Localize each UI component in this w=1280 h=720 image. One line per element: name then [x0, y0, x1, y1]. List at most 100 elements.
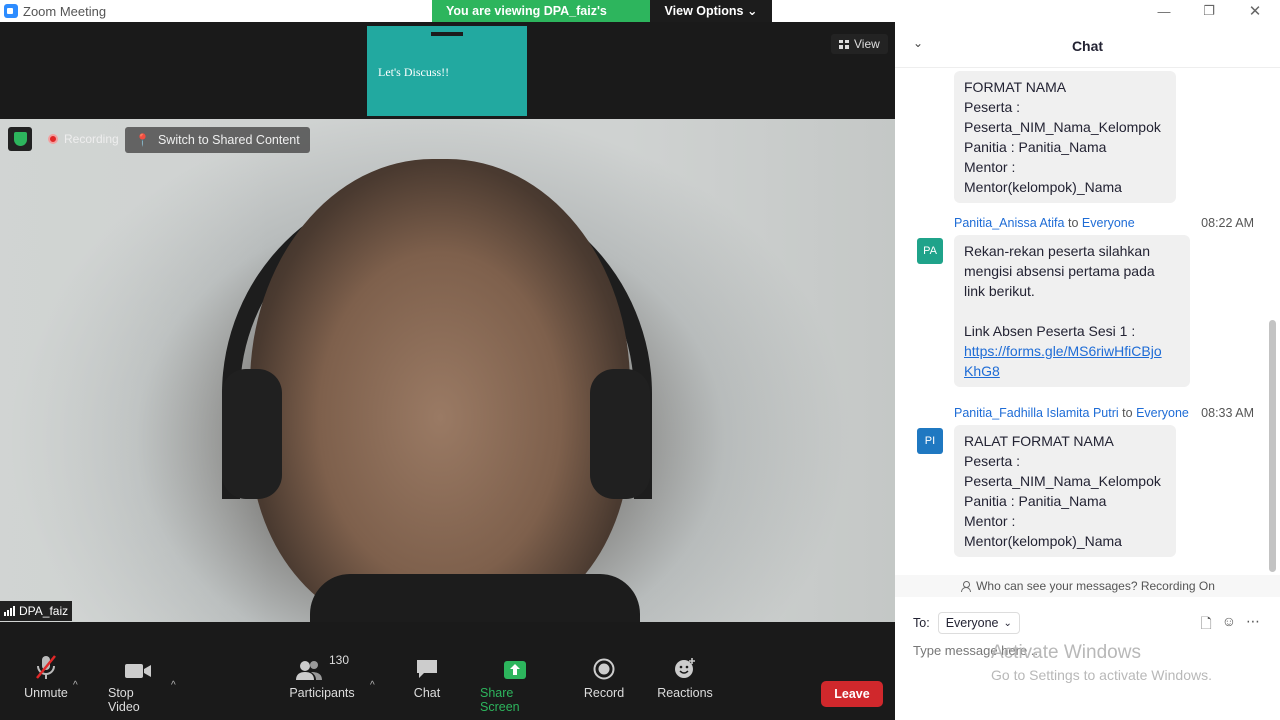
chat-title: Chat	[1071, 38, 1104, 54]
close-icon[interactable]: ✕	[1232, 0, 1278, 22]
security-shield-icon[interactable]	[8, 127, 32, 151]
file-icon[interactable]: 🗋	[1200, 613, 1211, 637]
more-icon[interactable]: ⋯	[1246, 613, 1260, 637]
chat-button[interactable]: Chat	[410, 644, 444, 720]
shared-thumbnail-text: Let's Discuss!!	[378, 65, 450, 79]
minimize-icon[interactable]: —	[1141, 0, 1187, 22]
to-word: to	[1067, 216, 1079, 230]
message-line: FORMAT NAMA	[964, 79, 1067, 95]
share-screen-label: Share Screen	[480, 686, 520, 714]
chat-panel: ⌄ Chat FORMAT NAMA Peserta : Peserta_NIM…	[895, 22, 1280, 720]
message-line: Peserta :	[964, 453, 1021, 469]
switch-to-shared-content-button[interactable]: 📍 Switch to Shared Content	[125, 127, 310, 153]
view-options-button[interactable]: View Options ⌄	[650, 0, 772, 22]
recipient-select[interactable]: Everyone ⌄	[937, 612, 1020, 634]
message-line: Link Absen Peserta Sesi 1 :	[964, 323, 1136, 339]
leave-button[interactable]: Leave	[821, 681, 883, 707]
participants-icon: 130	[295, 644, 349, 680]
recording-indicator[interactable]: Recording	[42, 128, 125, 150]
chat-message-list[interactable]: FORMAT NAMA Peserta : Peserta_NIM_Nama_K…	[895, 69, 1280, 575]
record-icon	[593, 644, 615, 680]
share-screen-icon	[503, 644, 527, 680]
message-input[interactable]	[913, 640, 1263, 660]
recipient-row: To: Everyone ⌄	[913, 612, 1020, 634]
chat-bubble-icon	[415, 644, 439, 680]
view-button[interactable]: View	[831, 34, 888, 54]
chat-message: FORMAT NAMA Peserta : Peserta_NIM_Nama_K…	[954, 71, 1176, 203]
chevron-down-icon: ⌄	[1003, 617, 1012, 629]
message-line: Panitia : Panitia_Nama	[964, 139, 1107, 155]
signal-strength-icon	[4, 606, 15, 616]
participants-caret-icon[interactable]: ^	[370, 680, 375, 691]
message-meta: Panitia_Fadhilla Islamita Putri to Every…	[954, 406, 1189, 420]
reactions-button[interactable]: Reactions	[657, 644, 713, 720]
meeting-toolbar: Unmute ^ Stop Video ^ 130 Participants ^	[0, 644, 895, 720]
unmute-label: Unmute	[24, 686, 68, 700]
message-line: RALAT FORMAT NAMA	[964, 433, 1114, 449]
participant-name-tag: DPA_faiz	[0, 601, 73, 621]
message-line: Panitia : Panitia_Nama	[964, 493, 1107, 509]
audio-options-caret-icon[interactable]: ^	[73, 680, 78, 691]
message-sender[interactable]: Panitia_Fadhilla Islamita Putri	[954, 406, 1119, 420]
participant-face	[250, 159, 630, 622]
chat-label: Chat	[413, 686, 441, 700]
message-line: Peserta_NIM_Nama_Kelompok	[964, 119, 1161, 135]
message-link[interactable]: https://forms.gle/MS6riwHfiCBjo KhG8	[964, 341, 1180, 381]
message-line: link berikut.	[964, 283, 1035, 299]
chevron-down-icon: ⌄	[746, 4, 758, 18]
grid-view-icon	[839, 39, 849, 49]
chat-tools: 🗋 ☺ ⋯	[1200, 613, 1260, 637]
shared-screen-thumbnail[interactable]: Let's Discuss!!	[367, 26, 527, 116]
window-title: Zoom Meeting	[23, 4, 107, 19]
participant-video[interactable]: Recording 📍 Switch to Shared Content DPA…	[0, 119, 895, 622]
message-line: Peserta :	[964, 99, 1021, 115]
to-label: To:	[913, 616, 930, 630]
share-screen-button[interactable]: Share Screen	[480, 644, 550, 720]
record-button[interactable]: Record	[584, 644, 624, 720]
view-label: View	[854, 37, 880, 51]
thumbnail-strip: Let's Discuss!! View	[0, 22, 895, 118]
share-banner: You are viewing DPA_faiz's screen View O…	[432, 0, 772, 40]
muted-microphone-icon	[34, 644, 58, 680]
meeting-area: Let's Discuss!! View Recording 📍 Switch …	[0, 22, 895, 720]
message-time: 08:22 AM	[1201, 216, 1254, 230]
participants-label: Participants	[289, 686, 355, 700]
participant-count: 130	[328, 653, 350, 667]
switch-label: Switch to Shared Content	[157, 133, 300, 147]
message-line: Mentor(kelompok)_Nama	[964, 533, 1122, 549]
chat-header: ⌄ Chat	[895, 22, 1280, 68]
zoom-logo-icon	[4, 4, 18, 18]
message-line: mengisi absensi pertama pada	[964, 263, 1155, 279]
link-line: KhG8	[964, 363, 1000, 379]
message-recipient[interactable]: Everyone	[1136, 406, 1189, 420]
message-visibility-note[interactable]: Who can see your messages? Recording On	[895, 575, 1280, 597]
chat-message: Rekan-rekan peserta silahkan mengisi abs…	[954, 235, 1190, 387]
smiley-reaction-icon	[673, 644, 697, 680]
message-sender[interactable]: Panitia_Anissa Atifa	[954, 216, 1065, 230]
to-word: to	[1122, 406, 1133, 420]
message-line: Mentor(kelompok)_Nama	[964, 179, 1122, 195]
chat-scrollbar[interactable]	[1269, 320, 1276, 572]
participants-button[interactable]: 130 Participants	[289, 644, 355, 720]
message-meta: Panitia_Anissa Atifa to Everyone	[954, 216, 1135, 230]
recipient-value: Everyone	[945, 616, 999, 630]
message-recipient[interactable]: Everyone	[1082, 216, 1135, 230]
zoom-window: Zoom Meeting You are viewing DPA_faiz's …	[0, 0, 1280, 720]
participant-name: DPA_faiz	[19, 604, 69, 618]
stop-video-button[interactable]: Stop Video	[108, 644, 168, 720]
chat-message: RALAT FORMAT NAMA Peserta : Peserta_NIM_…	[954, 425, 1176, 557]
watermark-subtitle: Go to Settings to activate Windows.	[991, 667, 1212, 683]
share-status: You are viewing DPA_faiz's screen	[432, 0, 650, 40]
person-icon	[960, 580, 972, 592]
avatar: PA	[917, 238, 943, 264]
video-options-caret-icon[interactable]: ^	[171, 680, 176, 691]
unmute-button[interactable]: Unmute	[22, 644, 70, 720]
restore-icon[interactable]: ❐	[1186, 0, 1232, 22]
stop-video-label: Stop Video	[108, 686, 140, 714]
message-line: Mentor :	[964, 513, 1016, 529]
video-camera-icon	[124, 644, 152, 680]
emoji-icon[interactable]: ☺	[1222, 613, 1236, 637]
title-bar: Zoom Meeting You are viewing DPA_faiz's …	[0, 0, 1280, 40]
message-line: Rekan-rekan peserta silahkan	[964, 243, 1150, 259]
